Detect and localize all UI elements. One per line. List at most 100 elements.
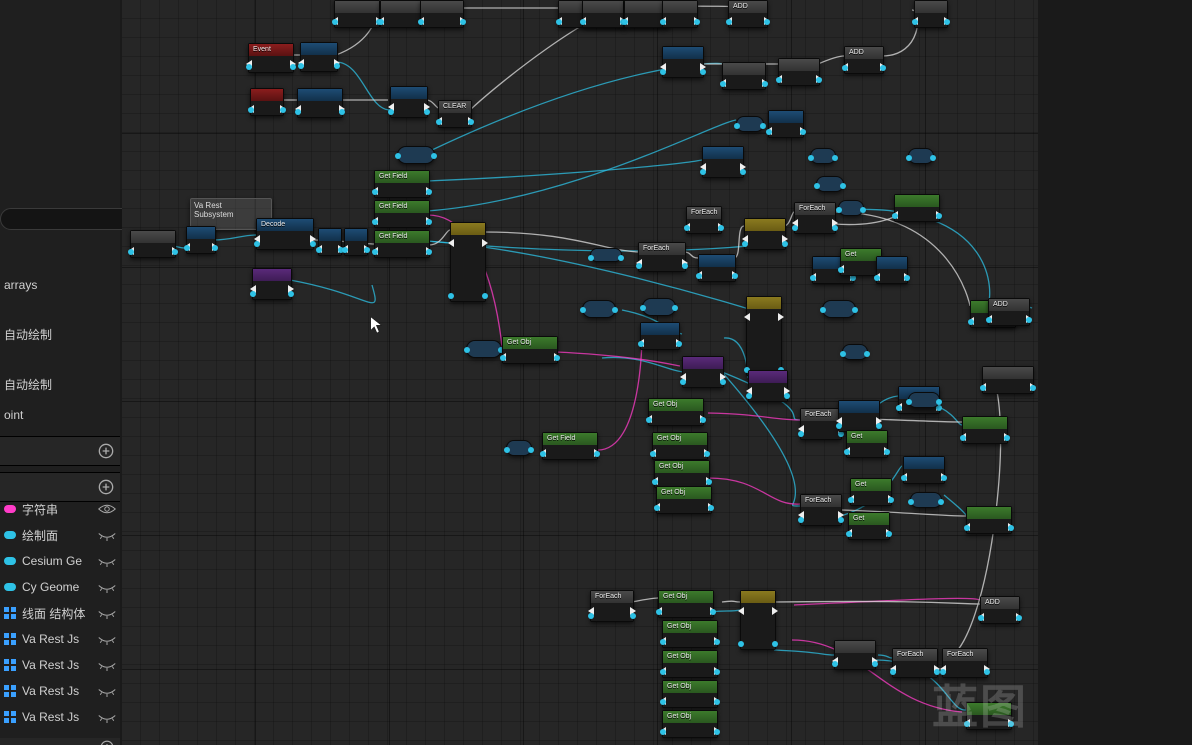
- variable-item[interactable]: Va Rest Js: [0, 704, 120, 730]
- bp-node[interactable]: [186, 226, 216, 254]
- bp-node[interactable]: [252, 268, 292, 300]
- variable-item[interactable]: 字符串: [0, 496, 120, 522]
- bp-node[interactable]: Get Obj: [662, 680, 718, 708]
- bp-node[interactable]: [903, 456, 945, 484]
- eye-closed-icon[interactable]: [98, 685, 116, 697]
- bp-node[interactable]: Get Obj: [662, 650, 718, 678]
- bp-node[interactable]: ForEach: [942, 648, 988, 678]
- bp-node[interactable]: [397, 146, 435, 164]
- bp-node[interactable]: Get Obj: [654, 460, 710, 488]
- eye-closed-icon[interactable]: [98, 581, 116, 593]
- bp-node[interactable]: ForEach: [794, 202, 836, 234]
- bp-node[interactable]: Get Obj: [662, 620, 718, 648]
- bp-node[interactable]: Get Field: [542, 432, 598, 460]
- bp-node[interactable]: [810, 148, 836, 164]
- bp-node[interactable]: [982, 366, 1034, 394]
- eye-closed-icon[interactable]: [98, 659, 116, 671]
- bp-node[interactable]: [736, 116, 764, 132]
- sidebar-item[interactable]: oint: [0, 400, 120, 430]
- bp-node[interactable]: [914, 0, 948, 28]
- bp-node[interactable]: Get: [846, 430, 888, 458]
- bp-node[interactable]: Get Field: [374, 170, 430, 198]
- bp-node[interactable]: [334, 0, 380, 28]
- add-category-row[interactable]: [0, 436, 120, 466]
- bp-node[interactable]: ForEach: [686, 206, 722, 234]
- bp-node[interactable]: [746, 296, 782, 376]
- bp-node[interactable]: [966, 702, 1012, 730]
- bp-node[interactable]: [908, 148, 934, 164]
- bp-node[interactable]: ForEach: [590, 590, 634, 622]
- variable-item[interactable]: Va Rest Js: [0, 626, 120, 652]
- variable-item[interactable]: 线面 结构体: [0, 600, 120, 626]
- bp-node[interactable]: [506, 440, 532, 456]
- sidebar-item[interactable]: arrays: [0, 270, 120, 300]
- bp-node[interactable]: Get Obj: [502, 336, 558, 364]
- bp-node[interactable]: [894, 194, 940, 222]
- bp-node[interactable]: ADD: [844, 46, 884, 74]
- bp-node[interactable]: CLEAR: [438, 100, 472, 128]
- eye-closed-icon[interactable]: [98, 633, 116, 645]
- variable-item[interactable]: 绘制面: [0, 522, 120, 548]
- bp-node[interactable]: Get: [850, 478, 892, 506]
- bp-node[interactable]: [702, 146, 744, 178]
- bp-node[interactable]: Event: [248, 43, 294, 73]
- bp-node[interactable]: [768, 110, 804, 138]
- bp-node[interactable]: [748, 370, 788, 402]
- variable-item[interactable]: Va Rest Js: [0, 678, 120, 704]
- bp-node[interactable]: [778, 58, 820, 86]
- bp-node[interactable]: ADD: [988, 298, 1030, 326]
- bp-node[interactable]: [390, 86, 428, 118]
- bp-node[interactable]: Get Field: [374, 200, 430, 228]
- sidebar-item[interactable]: 自动绘制: [0, 370, 120, 400]
- bp-node[interactable]: [822, 300, 856, 318]
- bp-node[interactable]: [250, 88, 284, 116]
- bp-node[interactable]: Get Field: [374, 230, 430, 258]
- bp-node[interactable]: [642, 298, 676, 316]
- bp-node[interactable]: [662, 0, 698, 28]
- bp-node[interactable]: [842, 344, 868, 360]
- bp-node[interactable]: [966, 506, 1012, 534]
- bp-node[interactable]: Get Obj: [658, 590, 714, 618]
- bp-node[interactable]: Get Obj: [656, 486, 712, 514]
- bp-node[interactable]: ForEach: [638, 242, 686, 272]
- bp-node[interactable]: Get Obj: [652, 432, 708, 460]
- variable-item[interactable]: Cesium Ge: [0, 548, 120, 574]
- bp-node[interactable]: [816, 176, 844, 192]
- bp-node[interactable]: [420, 0, 464, 28]
- bp-node[interactable]: [344, 228, 368, 256]
- bp-node[interactable]: [744, 218, 786, 250]
- add-variable-row[interactable]: [0, 738, 120, 745]
- variable-item[interactable]: Va Rest Js: [0, 652, 120, 678]
- bp-node[interactable]: ADD: [980, 596, 1020, 624]
- bp-node[interactable]: [300, 42, 338, 72]
- bp-node[interactable]: [318, 228, 342, 256]
- bp-node[interactable]: [297, 88, 343, 118]
- bp-node[interactable]: [640, 322, 680, 350]
- bp-node[interactable]: Get Obj: [648, 398, 704, 426]
- bp-node[interactable]: [590, 248, 622, 262]
- eye-closed-icon[interactable]: [98, 529, 116, 541]
- bp-node[interactable]: [962, 416, 1008, 444]
- graph-viewport[interactable]: EventCLEARVa RestSubsystemGet FieldGet F…: [122, 0, 1038, 745]
- bp-node[interactable]: [740, 590, 776, 650]
- bp-node[interactable]: [582, 300, 616, 318]
- bp-node[interactable]: ForEach: [800, 494, 842, 526]
- bp-node[interactable]: [838, 400, 880, 432]
- bp-node[interactable]: [698, 254, 736, 282]
- eye-open-icon[interactable]: [98, 503, 116, 515]
- bp-node[interactable]: [834, 640, 876, 670]
- eye-closed-icon[interactable]: [98, 555, 116, 567]
- variable-item[interactable]: Cy Geome: [0, 574, 120, 600]
- bp-node[interactable]: [450, 222, 486, 302]
- bp-node[interactable]: [908, 392, 940, 408]
- bp-node[interactable]: [662, 46, 704, 78]
- bp-node[interactable]: Get Obj: [662, 710, 718, 738]
- bp-node[interactable]: [838, 200, 864, 216]
- bp-node[interactable]: [582, 0, 624, 28]
- sidebar-item[interactable]: 自动绘制: [0, 320, 120, 350]
- bp-node[interactable]: Get: [848, 512, 890, 540]
- bp-node[interactable]: [722, 62, 766, 90]
- bp-node[interactable]: [876, 256, 908, 284]
- bp-node[interactable]: [466, 340, 502, 358]
- bp-node[interactable]: [682, 356, 724, 388]
